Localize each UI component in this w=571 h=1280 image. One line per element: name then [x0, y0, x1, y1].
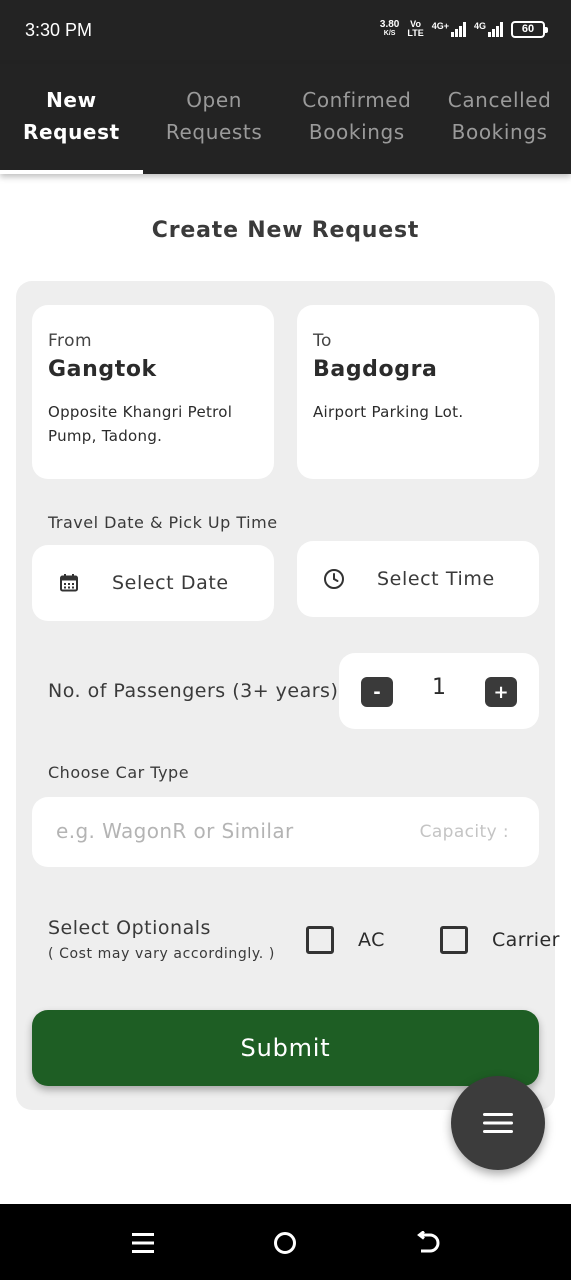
- network-speed: 3.80 K/S: [380, 20, 399, 38]
- passengers-label: No. of Passengers (3+ years): [48, 680, 339, 702]
- back-button[interactable]: [411, 1226, 445, 1260]
- system-nav-bar: [0, 1204, 571, 1280]
- tab-cancelled-bookings[interactable]: Cancelled Bookings: [428, 64, 571, 174]
- sim2-network-label: 4G: [473, 21, 486, 31]
- volte-icon: Vo LTE: [407, 20, 423, 38]
- recent-apps-button[interactable]: [126, 1226, 160, 1260]
- tab-label: Open Requests: [165, 88, 263, 144]
- tab-confirmed-bookings[interactable]: Confirmed Bookings: [286, 64, 429, 174]
- status-icons: 3.80 K/S Vo LTE 4G+ 4G 60: [380, 20, 548, 38]
- ac-label: AC: [358, 929, 385, 951]
- sim1-network-label: 4G+: [431, 21, 449, 31]
- increment-passengers-button[interactable]: +: [485, 677, 517, 707]
- select-time-text: Select Time: [377, 568, 495, 590]
- menu-icon: [483, 1113, 513, 1133]
- car-capacity-label: Capacity :: [419, 822, 509, 842]
- to-address: Airport Parking Lot.: [313, 403, 464, 421]
- tab-label: New Request: [23, 88, 120, 144]
- tab-bar: New Request Open Requests Confirmed Book…: [0, 64, 571, 174]
- home-button[interactable]: [268, 1226, 302, 1260]
- select-time-button[interactable]: Select Time: [297, 541, 539, 617]
- carrier-checkbox[interactable]: [440, 926, 468, 954]
- back-icon: [417, 1231, 440, 1253]
- network-speed-unit: K/S: [383, 30, 396, 37]
- to-label: To: [313, 331, 332, 351]
- tab-label: Confirmed Bookings: [302, 88, 412, 144]
- tab-open-requests[interactable]: Open Requests: [143, 64, 286, 174]
- car-type-placeholder: e.g. WagonR or Similar: [56, 819, 294, 843]
- signal-icon-sim2: 4G: [474, 21, 503, 37]
- ac-checkbox[interactable]: [306, 926, 334, 954]
- clock-icon: [323, 568, 345, 590]
- tab-new-request[interactable]: New Request: [0, 64, 143, 174]
- passenger-count: 1: [432, 675, 446, 700]
- page-title: Create New Request: [151, 218, 420, 243]
- select-date-text: Select Date: [112, 572, 229, 594]
- status-bar: 3:30 PM 3.80 K/S Vo LTE 4G+ 4G 60: [0, 0, 571, 64]
- volte-bottom: LTE: [407, 28, 424, 38]
- battery-icon: 60: [511, 20, 548, 38]
- from-label: From: [48, 331, 93, 351]
- select-date-button[interactable]: Select Date: [32, 545, 274, 621]
- recent-apps-icon: [132, 1233, 154, 1253]
- request-form-panel: From Gangtok Opposite Khangri Petrol Pum…: [16, 281, 559, 1110]
- from-location-card[interactable]: From Gangtok Opposite Khangri Petrol Pum…: [32, 305, 274, 479]
- car-type-input[interactable]: e.g. WagonR or Similar Capacity :: [32, 797, 539, 867]
- fab-menu-button[interactable]: [451, 1076, 545, 1170]
- travel-date-label: Travel Date & Pick Up Time: [48, 513, 278, 532]
- from-address: Opposite Khangri Petrol Pump, Tadong.: [48, 403, 233, 445]
- carrier-label: Carrier: [492, 929, 560, 951]
- signal-icon-sim1: 4G+: [432, 21, 466, 37]
- from-city: Gangtok: [48, 357, 157, 382]
- battery-level: 60: [521, 23, 535, 35]
- submit-button[interactable]: Submit: [32, 1010, 539, 1086]
- optionals-subtitle: ( Cost may vary accordingly. ): [48, 946, 275, 962]
- home-icon: [274, 1232, 296, 1254]
- passenger-stepper: - 1 +: [339, 653, 539, 729]
- tab-label: Cancelled Bookings: [447, 88, 552, 144]
- to-city: Bagdogra: [313, 357, 438, 382]
- optionals-title: Select Optionals: [48, 917, 211, 939]
- to-location-card[interactable]: To Bagdogra Airport Parking Lot.: [297, 305, 539, 479]
- decrement-passengers-button[interactable]: -: [361, 677, 393, 707]
- calendar-icon: [58, 572, 80, 594]
- status-time: 3:30 PM: [25, 20, 93, 40]
- car-type-label: Choose Car Type: [48, 763, 190, 782]
